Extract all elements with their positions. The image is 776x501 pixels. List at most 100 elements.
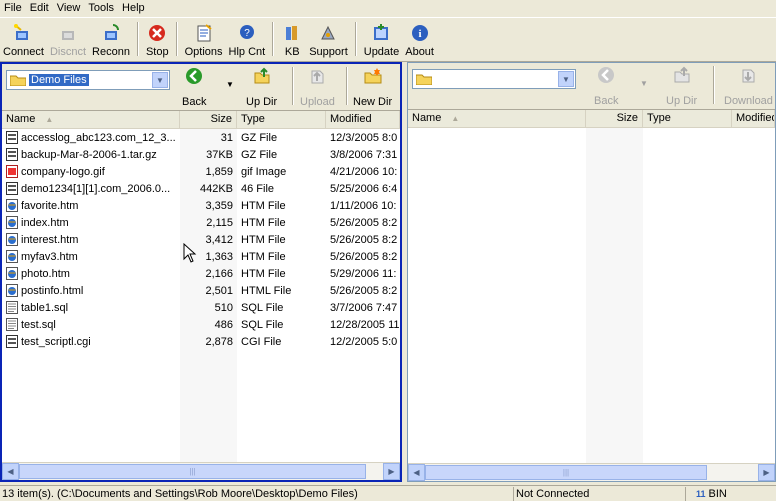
support-button[interactable]: Support [306, 18, 351, 60]
back-history-chevron-icon[interactable]: ▼ [226, 80, 234, 89]
column-header-name[interactable]: Name ▲ [408, 110, 586, 127]
web-file-icon [6, 267, 21, 280]
file-size-cell: 3,359 [205, 199, 233, 212]
help-contents-button[interactable]: ? Hlp Cnt [226, 18, 269, 60]
connect-button[interactable]: Connect [0, 18, 47, 60]
column-header-type[interactable]: Type [237, 111, 326, 128]
column-header-modified[interactable]: Modified [326, 111, 400, 128]
column-header-size[interactable]: Size [180, 111, 237, 128]
scroll-left-arrow-icon[interactable]: ◀ [2, 463, 19, 480]
svg-text:i: i [418, 28, 421, 40]
file-name-cell: favorite.htm [2, 199, 180, 212]
file-type-cell: GZ File [241, 148, 278, 161]
upload-icon [307, 66, 327, 86]
local-horizontal-scrollbar[interactable]: ◀ ||| ▶ [2, 462, 400, 480]
file-name-cell: index.htm [2, 216, 180, 229]
menu-file[interactable]: File [0, 0, 26, 16]
menu-tools[interactable]: Tools [84, 0, 118, 16]
web-file-icon [6, 216, 21, 229]
file-type-cell: HTM File [241, 199, 286, 212]
chevron-down-icon[interactable]: ▼ [558, 71, 574, 87]
file-row[interactable]: myfav3.htm 1,363 HTM File 5/26/2005 8:2 [2, 248, 400, 265]
update-button[interactable]: Update [361, 18, 402, 60]
knowledge-base-icon [281, 22, 303, 44]
local-pane: Demo Files ▼ Back ▼ Up Dir Upload New Di… [0, 62, 402, 482]
file-row[interactable]: accesslog_abc123.com_12_3... 31 GZ File 12/… [2, 129, 400, 146]
file-type-cell: HTM File [241, 267, 286, 280]
file-modified-cell: 5/25/2006 6:4 [330, 182, 398, 195]
kb-button[interactable]: KB [278, 18, 306, 60]
new-folder-icon [363, 66, 383, 86]
binary-mode-icon: 11 [696, 488, 706, 499]
about-button[interactable]: i About [402, 18, 437, 60]
remote-folder-combo[interactable]: ▼ [412, 69, 576, 89]
file-modified-cell: 12/3/2005 8:0 [330, 131, 398, 144]
menu-view[interactable]: View [53, 0, 85, 16]
local-back-button[interactable]: Back [182, 66, 206, 108]
file-type-cell: 46 File [241, 182, 275, 195]
file-size-cell: 486 [214, 318, 233, 331]
pane-toolbar-separator [713, 66, 715, 104]
new-dir-button[interactable]: New Dir [353, 66, 392, 108]
file-name-cell: backup-Mar-8-2006-1.tar.gz [2, 148, 180, 161]
pane-toolbar-separator [346, 67, 348, 105]
file-row[interactable]: index.htm 2,115 HTM File 5/26/2005 8:2 [2, 214, 400, 231]
column-header-size[interactable]: Size [586, 110, 643, 127]
options-button[interactable]: Options [182, 18, 226, 60]
menu-help[interactable]: Help [118, 0, 149, 16]
file-row[interactable]: postinfo.html 2,501 HTML File 5/26/2005 8:2 [2, 282, 400, 299]
file-size-cell: 1,859 [205, 165, 233, 178]
back-history-chevron-icon[interactable]: ▼ [640, 79, 648, 88]
chevron-down-icon[interactable]: ▼ [152, 72, 168, 88]
column-header-modified[interactable]: Modified [732, 110, 775, 127]
file-size-cell: 510 [214, 301, 233, 314]
file-row[interactable]: test_scriptl.cgi 2,878 CGI File 12/2/2005 5… [2, 333, 400, 350]
file-size-cell: 442KB [199, 182, 233, 195]
file-name-cell: test.sql [2, 318, 180, 331]
scroll-right-arrow-icon[interactable]: ▶ [758, 464, 775, 481]
file-size-cell: 31 [220, 131, 233, 144]
file-row[interactable]: demo1234[1][1].com_2006.0... 442KB 46 File… [2, 180, 400, 197]
disconnect-button[interactable]: Discnct [47, 18, 89, 60]
file-modified-cell: 5/26/2005 8:2 [330, 284, 398, 297]
stop-button[interactable]: Stop [143, 18, 172, 60]
local-pane-toolbar: Demo Files ▼ Back ▼ Up Dir Upload New Di… [2, 64, 400, 111]
archive-file-icon [6, 182, 21, 195]
file-row[interactable]: test.sql 486 SQL File 12/28/2005 11 [2, 316, 400, 333]
file-row[interactable]: table1.sql 510 SQL File 3/7/2006 7:47 [2, 299, 400, 316]
file-row[interactable]: favorite.htm 3,359 HTM File 1/11/2006 10: [2, 197, 400, 214]
scroll-left-arrow-icon[interactable]: ◀ [408, 464, 425, 481]
web-file-icon [6, 284, 21, 297]
upload-button[interactable]: Upload [300, 66, 335, 108]
file-type-cell: HTML File [241, 284, 292, 297]
web-file-icon [6, 199, 21, 212]
file-row[interactable]: interest.htm 3,412 HTM File 5/26/2005 8:2 [2, 231, 400, 248]
local-up-dir-button[interactable]: Up Dir [246, 66, 277, 108]
file-modified-cell: 3/7/2006 7:47 [330, 301, 398, 314]
scrollbar-thumb[interactable]: ||| [425, 465, 707, 480]
file-modified-cell: 1/11/2006 10: [330, 199, 397, 212]
file-row[interactable]: backup-Mar-8-2006-1.tar.gz 37KB GZ File 3/8… [2, 146, 400, 163]
scroll-right-arrow-icon[interactable]: ▶ [383, 463, 400, 480]
text-file-icon [6, 318, 21, 331]
file-modified-cell: 5/26/2005 8:2 [330, 233, 398, 246]
menu-edit[interactable]: Edit [26, 0, 53, 16]
column-header-name[interactable]: Name ▲ [2, 111, 180, 128]
reconnect-button[interactable]: Reconn [89, 18, 133, 60]
file-modified-cell: 5/29/2006 11: [330, 267, 397, 280]
file-row[interactable]: company-logo.gif 1,859 gif Image 4/21/2006 … [2, 163, 400, 180]
toolbar-separator [175, 22, 178, 56]
download-button[interactable]: Download [724, 65, 773, 107]
remote-up-dir-button[interactable]: Up Dir [666, 65, 697, 107]
up-folder-icon [252, 66, 272, 86]
scrollbar-thumb[interactable]: ||| [19, 464, 366, 479]
file-row[interactable]: photo.htm 2,166 HTM File 5/29/2006 11: [2, 265, 400, 282]
reconnect-icon [100, 22, 122, 44]
local-folder-combo[interactable]: Demo Files ▼ [6, 70, 170, 90]
remote-horizontal-scrollbar[interactable]: ◀ ||| ▶ [408, 463, 775, 481]
column-header-type[interactable]: Type [643, 110, 732, 127]
file-name-cell: interest.htm [2, 233, 180, 246]
remote-back-button[interactable]: Back [594, 65, 618, 107]
remote-file-list [408, 128, 775, 466]
archive-file-icon [6, 131, 21, 144]
